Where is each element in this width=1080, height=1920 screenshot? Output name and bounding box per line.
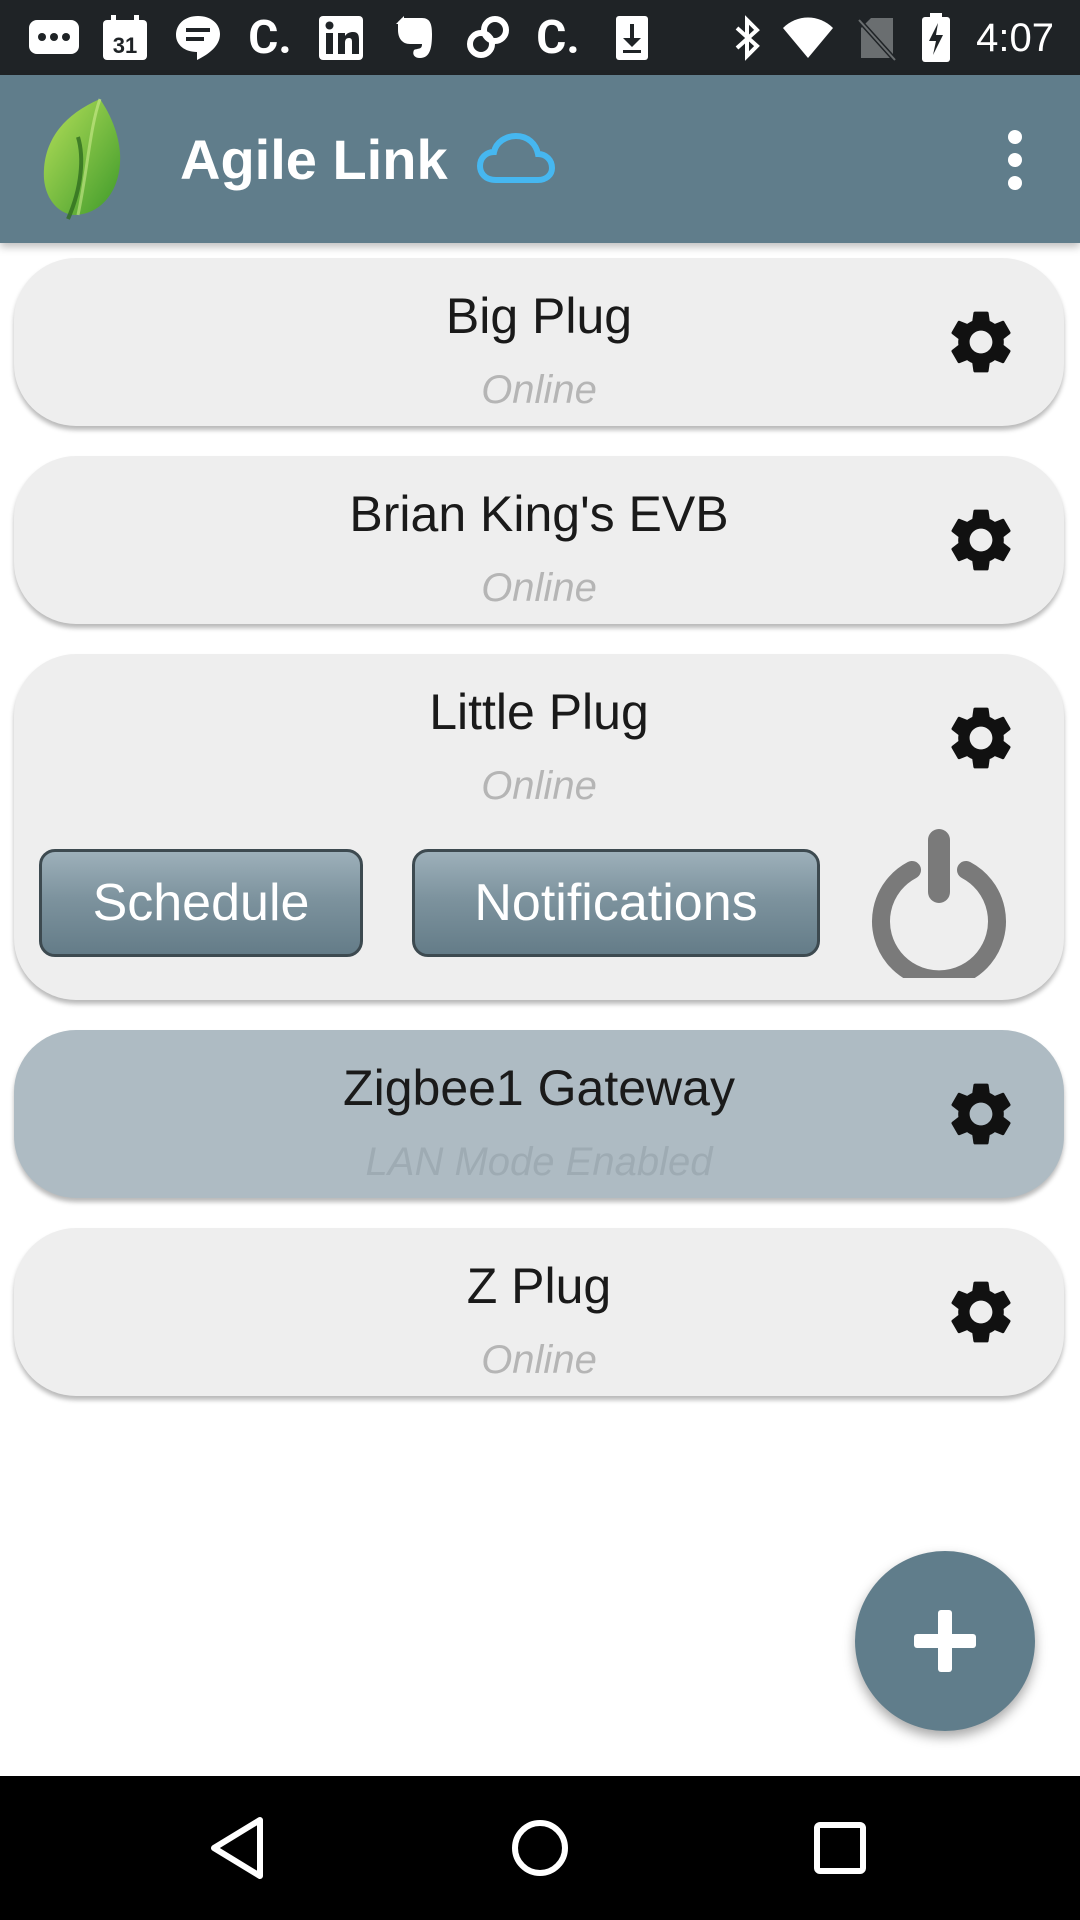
back-icon[interactable] (200, 1808, 280, 1888)
hangouts-icon (172, 14, 224, 62)
device-status: Online (481, 764, 597, 808)
device-status: Online (481, 368, 597, 412)
gear-icon[interactable] (943, 304, 1019, 380)
leaf-logo (38, 97, 128, 222)
wifi-icon (780, 14, 836, 62)
no-sim-icon (856, 14, 898, 62)
status-bar: 31 C. C. 4:07 (0, 0, 1080, 75)
gear-icon[interactable] (943, 1076, 1019, 1152)
c-app-icon: C. (248, 11, 292, 65)
device-name: Z Plug (466, 1258, 612, 1314)
linkedin-icon (316, 14, 366, 62)
messaging-icon (26, 14, 82, 62)
device-card-little-plug[interactable]: Little Plug Online Schedule Notification… (14, 654, 1064, 1000)
calendar-day: 31 (113, 33, 137, 58)
device-status: LAN Mode Enabled (365, 1140, 713, 1184)
gear-icon[interactable] (943, 700, 1019, 776)
power-toggle-icon[interactable] (864, 828, 1014, 989)
add-icon (914, 1610, 976, 1672)
device-name: Zigbee1 Gateway (343, 1060, 735, 1116)
link-app-icon (462, 14, 512, 62)
home-icon[interactable] (500, 1808, 580, 1888)
more-vert-icon[interactable] (995, 125, 1035, 195)
device-status: Online (481, 1338, 597, 1382)
battery-charging-icon (918, 13, 954, 62)
device-card-zigbee1-gateway[interactable]: Zigbee1 Gateway LAN Mode Enabled (14, 1030, 1064, 1198)
notifications-button[interactable]: Notifications (412, 849, 820, 957)
schedule-button[interactable]: Schedule (39, 849, 363, 957)
cloud-icon[interactable] (476, 130, 556, 190)
download-icon (612, 14, 652, 62)
calendar-icon: 31 (100, 14, 150, 62)
device-name: Brian King's EVB (349, 486, 729, 542)
device-card-brian-kings-evb[interactable]: Brian King's EVB Online (14, 456, 1064, 624)
app-title: Agile Link (180, 128, 448, 191)
device-name: Little Plug (429, 684, 649, 740)
gear-icon[interactable] (943, 1274, 1019, 1350)
device-status: Online (481, 566, 597, 610)
c-app-icon: C. (536, 11, 580, 65)
device-name: Big Plug (445, 288, 633, 344)
device-card-z-plug[interactable]: Z Plug Online (14, 1228, 1064, 1396)
evernote-icon (390, 14, 438, 62)
recents-icon[interactable] (800, 1808, 880, 1888)
app-bar: Agile Link (0, 75, 1080, 243)
bluetooth-icon (728, 14, 768, 62)
navigation-bar (0, 1776, 1080, 1920)
gear-icon[interactable] (943, 502, 1019, 578)
add-device-button[interactable] (855, 1551, 1035, 1731)
device-card-big-plug[interactable]: Big Plug Online (14, 258, 1064, 426)
clock: 4:07 (976, 16, 1054, 60)
